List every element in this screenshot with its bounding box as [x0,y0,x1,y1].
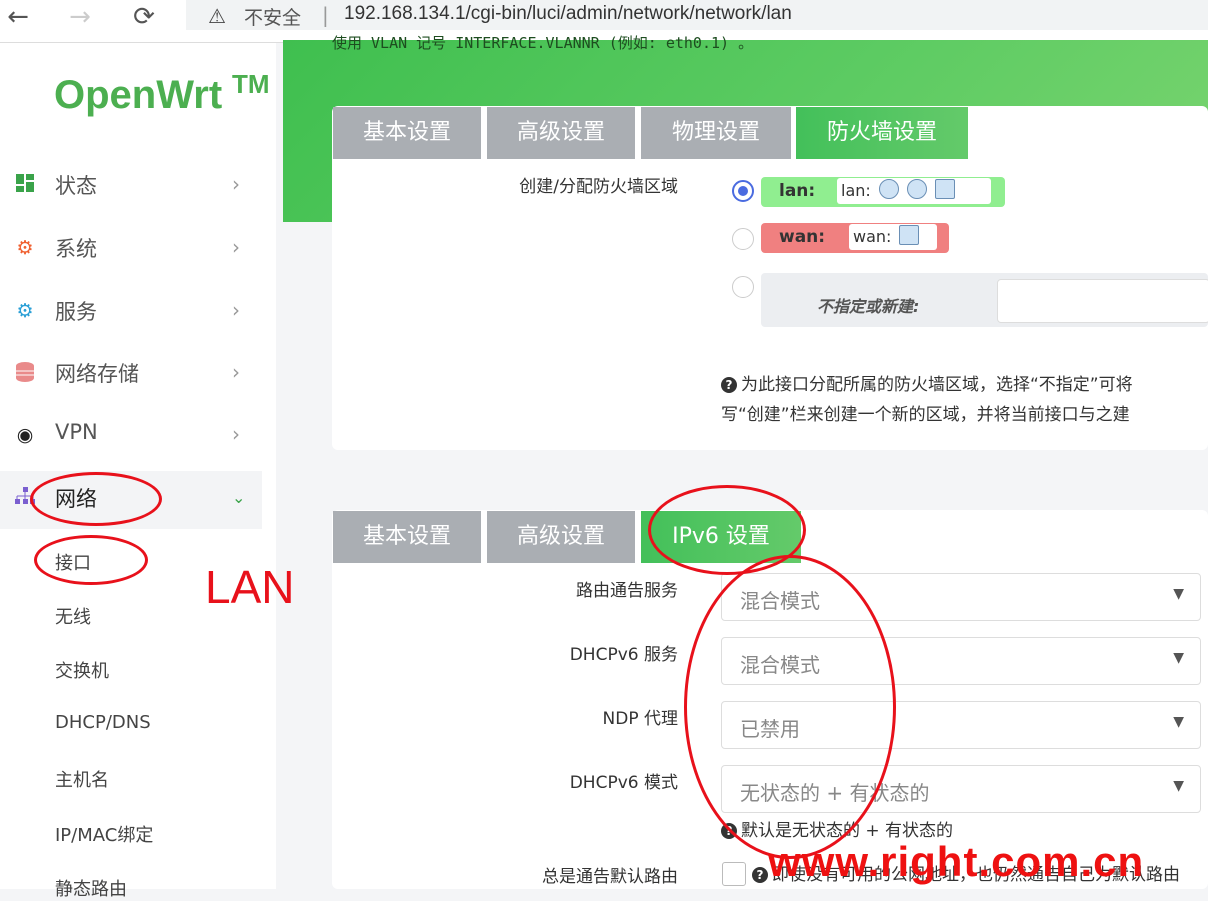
forward-button[interactable]: → [62,2,98,36]
database-icon [14,362,36,384]
zone-lan[interactable]: lan: lan: [761,177,1005,207]
firewall-zone-label: 创建/分配防火墙区域 [519,177,678,197]
default-route-checkbox[interactable] [722,862,746,886]
annotation-circle-network [30,472,162,526]
network-adapter-icon [899,225,920,245]
chip-label: wan: [853,227,892,246]
ethernet-icon [934,179,955,199]
vlan-note: 使用 VLAN 记号 INTERFACE.VLANNR (例如: eth0.1)… [332,34,754,52]
tab-firewall[interactable]: 防火墙设置 [796,107,968,159]
zone-wan[interactable]: wan: wan: [761,223,949,253]
chip-label: lan: [841,181,871,200]
sidebar-item-label: 服务 [55,300,97,324]
zone-radio-lan[interactable] [732,180,754,202]
url-text[interactable]: 192.168.134.1/cgi-bin/luci/admin/network… [344,3,792,25]
zone-unspecified: 不指定或新建: [761,273,1208,327]
chevron-right-icon: › [232,172,240,196]
tab-advanced[interactable]: 高级设置 [487,107,635,159]
sidebar-item-label: VPN [55,420,98,444]
sidebar-item-label: 网络存储 [55,362,139,386]
zone-radio-unspecified[interactable] [732,276,754,298]
wireless-icon [878,179,899,199]
reload-button[interactable]: ⟳ [126,2,162,36]
caret-down-icon: ▼ [1173,650,1184,666]
sidebar-item-status[interactable]: 状态 › [0,158,262,216]
firewall-help-line1: ? 为此接口分配所属的防火墙区域，选择“不指定”可将 [721,370,1133,395]
wireless-icon [906,179,927,199]
subitem-dhcp-dns[interactable]: DHCP/DNS [55,712,151,733]
tab-general[interactable]: 基本设置 [333,107,481,159]
ndp-proxy-label: NDP 代理 [602,709,678,729]
annotation-circle-interfaces [34,535,148,585]
firewall-help-line2: 写“创建”栏来创建一个新的区域，并将当前接口与之建 [721,405,1130,425]
sidebar-item-services[interactable]: ⚙ 服务 › [0,284,262,342]
subitem-ip-mac-bind[interactable]: IP/MAC绑定 [55,821,153,847]
security-label[interactable]: 不安全 [244,3,301,30]
logo-trademark: TM [232,69,270,99]
subitem-switch[interactable]: 交换机 [55,657,109,683]
sidebar-item-storage[interactable]: 网络存储 › [0,346,262,404]
default-route-label: 总是通告默认路由 [542,867,678,887]
chevron-right-icon: › [232,235,240,259]
dashboard-icon [14,174,36,196]
globe-icon: ◉ [16,424,34,446]
back-button[interactable]: ← [0,2,36,36]
chevron-right-icon: › [232,360,240,384]
caret-down-icon: ▼ [1173,586,1184,602]
sidebar-item-label: 系统 [55,237,97,261]
watermark-text: www.right.com.cn [768,838,1145,885]
tab-advanced-2[interactable]: 高级设置 [487,511,635,563]
chevron-right-icon: › [232,298,240,322]
zone-chip-lan: lan: [837,178,991,204]
unspecified-label: 不指定或新建: [817,297,920,316]
chevron-right-icon: › [232,422,240,446]
caret-down-icon: ▼ [1173,714,1184,730]
ra-service-label: 路由通告服务 [576,581,678,601]
tab-general-2[interactable]: 基本设置 [333,511,481,563]
sidebar-item-label: 状态 [55,174,97,198]
subitem-static-routes[interactable]: 静态路由 [55,875,127,901]
services-icon: ⚙ [16,300,34,322]
zone-radio-wan[interactable] [732,228,754,250]
gear-icon: ⚙ [16,237,34,259]
question-icon: ? [752,867,768,883]
warning-icon[interactable]: ⚠ [208,4,226,28]
annotation-lan-text: LAN [205,561,295,613]
caret-down-icon: ▼ [1173,778,1184,794]
zone-chip-wan: wan: [849,224,937,250]
question-icon: ? [721,377,737,393]
subitem-hostnames[interactable]: 主机名 [55,766,109,792]
sidebar: OpenWrt TM 状态 › ⚙ 系统 › ⚙ 服务 › 网络存储 › ◉ V… [0,43,276,900]
subitem-wireless[interactable]: 无线 [55,603,91,629]
dhcpv6-service-label: DHCPv6 服务 [569,645,678,665]
address-separator: | [322,3,329,27]
sidebar-item-vpn[interactable]: ◉ VPN › [0,408,262,466]
zone-name: lan: [779,181,816,201]
sidebar-item-system[interactable]: ⚙ 系统 › [0,221,262,279]
new-zone-input[interactable] [997,279,1208,323]
chevron-down-icon: ⌄ [232,488,246,507]
dhcpv6-mode-label: DHCPv6 模式 [569,773,678,793]
annotation-circle-ipv6-fields [684,555,896,859]
openwrt-logo[interactable]: OpenWrt [54,73,222,118]
tab-physical[interactable]: 物理设置 [641,107,791,159]
zone-name: wan: [779,227,826,247]
